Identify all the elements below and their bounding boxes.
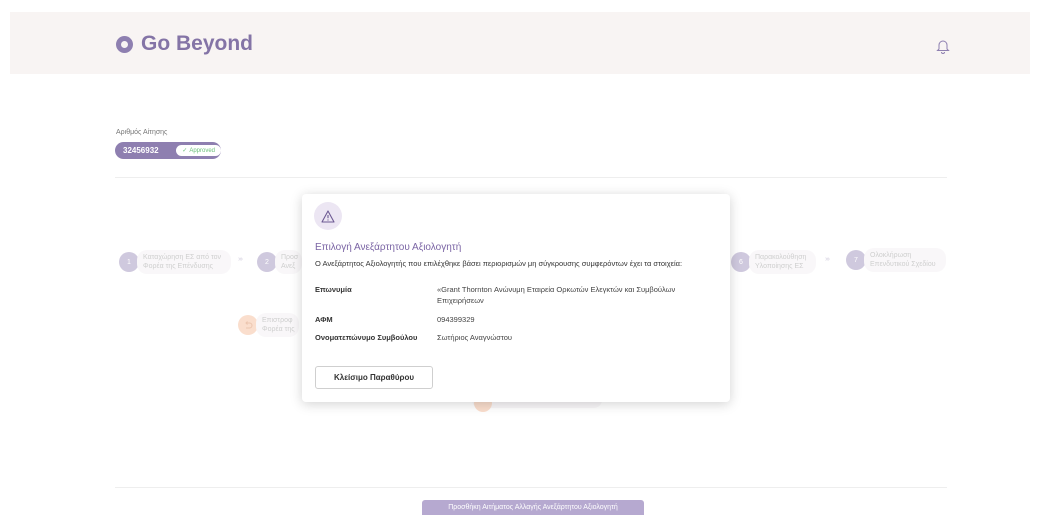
step-label: Καταχώρηση ΕΣ από τον Φορέα της Επένδυσης	[137, 250, 232, 274]
warning-triangle-icon	[314, 202, 342, 230]
logo-circle-icon	[116, 35, 133, 53]
company-name-value: «Grant Thornton Ανώνυμη Εταιρεία Ορκωτών…	[437, 285, 676, 305]
advisor-name-value: Σωτήριος Αναγνώστου	[437, 333, 512, 342]
step-1[interactable]: 1 Καταχώρηση ΕΣ από τον Φορέα της Επένδυσ…	[119, 250, 232, 274]
step-number: 6	[731, 252, 751, 272]
application-number-label: Αριθμός Αίτησης	[116, 129, 168, 136]
step-number: 2	[257, 252, 277, 272]
company-name-label: Επωνυμία	[315, 285, 352, 294]
return-step[interactable]: Επιστροφ Φορέα της	[238, 313, 299, 337]
return-step-label: Επιστροφ Φορέα της	[256, 313, 299, 337]
step-6[interactable]: 6 Παρακολούθηση Υλοποίησης ΕΣ	[731, 250, 817, 274]
step-label: Παρακολούθηση Υλοποίησης ΕΣ	[749, 250, 817, 274]
bell-icon[interactable]	[936, 38, 950, 54]
application-pill: 32456932 ✓ Approved	[115, 142, 221, 159]
bottom-divider	[115, 487, 947, 488]
top-header: Go Beyond	[10, 12, 1030, 74]
brand-logo[interactable]: Go Beyond	[116, 32, 253, 56]
step-label: Προσ Ανεξ	[275, 250, 303, 274]
brand-name: Go Beyond	[141, 32, 254, 55]
evaluator-modal: Επιλογή Ανεξάρτητου Αξιολογητή Ο Ανεξάρτ…	[302, 194, 730, 402]
check-icon: ✓	[182, 148, 188, 154]
step-label: Ολοκλήρωση Επενδυτικού Σχεδίου	[864, 248, 946, 272]
undo-arrow-icon	[238, 315, 258, 335]
status-badge: ✓ Approved	[176, 145, 221, 156]
modal-description: Ο Ανεξάρτητος Αξιολογητής που επιλέχθηκε…	[315, 259, 683, 268]
chevron-right-icon: ›››	[825, 256, 830, 263]
application-number: 32456932	[123, 146, 159, 155]
close-window-button[interactable]: Κλείσιμο Παραθύρου	[315, 366, 433, 389]
step-number: 1	[119, 252, 139, 272]
chevron-right-icon: ›››	[238, 256, 243, 263]
tax-id-value: 094399329	[437, 315, 475, 324]
step-number: 7	[846, 250, 866, 270]
add-evaluator-change-request-button[interactable]: Προσθήκη Αιτήματος Αλλαγής Ανεξάρτητου Α…	[422, 500, 644, 515]
status-badge-label: Approved	[189, 147, 215, 154]
step-7[interactable]: 7 Ολοκλήρωση Επενδυτικού Σχεδίου	[846, 248, 946, 272]
tax-id-label: ΑΦΜ	[315, 315, 333, 324]
top-divider	[115, 177, 947, 178]
advisor-name-label: Ονοματεπώνυμο Συμβούλου	[315, 333, 418, 342]
step-2[interactable]: 2 Προσ Ανεξ	[257, 250, 303, 274]
modal-title: Επιλογή Ανεξάρτητου Αξιολογητή	[315, 242, 462, 253]
